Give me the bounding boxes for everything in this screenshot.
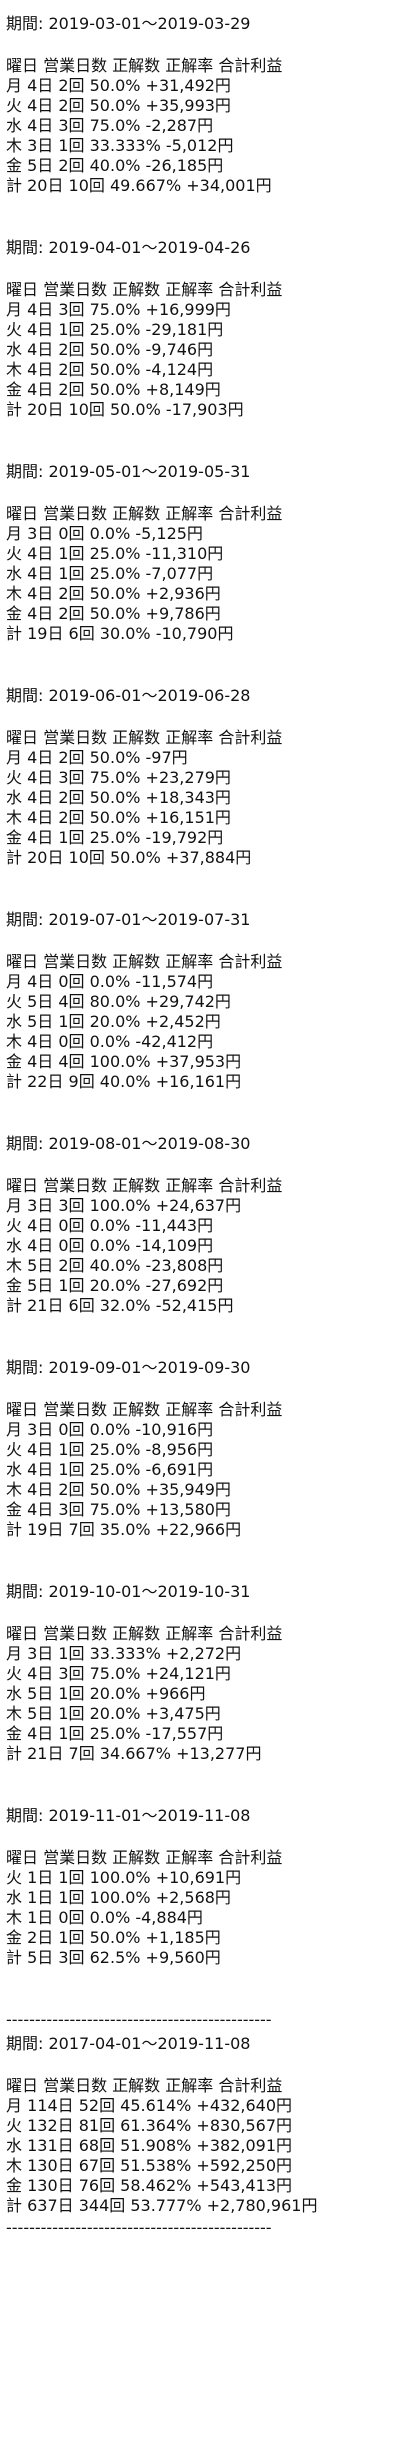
table-row: 月 4日 2回 50.0% -97円 xyxy=(6,748,188,767)
table-header: 曜日 営業日数 正解数 正解率 合計利益 xyxy=(6,504,283,523)
table-header: 曜日 営業日数 正解数 正解率 合計利益 xyxy=(6,1176,283,1195)
summary-row-mon: 月 114日 52回 45.614% +432,640円 xyxy=(6,2096,293,2115)
table-row: 金 4日 2回 50.0% +9,786円 xyxy=(6,604,221,623)
summary-row-tue: 火 132日 81回 61.364% +830,567円 xyxy=(6,2116,293,2135)
table-row: 計 19日 7回 35.0% +22,966円 xyxy=(6,1520,242,1539)
period-label: 期間: 2019-03-01～2019-03-29 xyxy=(6,14,251,33)
table-row: 月 3日 0回 0.0% -5,125円 xyxy=(6,524,203,543)
table-row: 木 4日 2回 50.0% -4,124円 xyxy=(6,360,214,379)
period-block: 期間: 2019-08-01～2019-08-30 曜日 営業日数 正解数 正解率… xyxy=(6,1134,400,1316)
table-row: 計 20日 10回 49.667% +34,001円 xyxy=(6,176,272,195)
summary-header: 曜日 営業日数 正解数 正解率 合計利益 xyxy=(6,2076,283,2095)
table-header: 曜日 営業日数 正解数 正解率 合計利益 xyxy=(6,56,283,75)
table-header: 曜日 営業日数 正解数 正解率 合計利益 xyxy=(6,952,283,971)
table-row: 金 5日 1回 20.0% -27,692円 xyxy=(6,1276,224,1295)
report: 期間: 2019-03-01～2019-03-29 曜日 営業日数 正解数 正解率… xyxy=(0,0,400,2238)
table-row: 金 4日 3回 75.0% +13,580円 xyxy=(6,1500,231,1519)
period-blocks: 期間: 2019-03-01～2019-03-29 曜日 営業日数 正解数 正解率… xyxy=(6,14,400,1968)
table-row: 火 4日 1回 25.0% -11,310円 xyxy=(6,544,224,563)
summary-block: 期間: 2017-04-01～2019-11-08 曜日 営業日数 正解数 正解… xyxy=(6,2034,400,2238)
table-row: 月 3日 0回 0.0% -10,916円 xyxy=(6,1420,214,1439)
table-row: 水 4日 0回 0.0% -14,109円 xyxy=(6,1236,214,1255)
table-header: 曜日 営業日数 正解数 正解率 合計利益 xyxy=(6,1624,283,1643)
table-header: 曜日 営業日数 正解数 正解率 合計利益 xyxy=(6,728,283,747)
table-row: 火 4日 1回 25.0% -8,956円 xyxy=(6,1440,214,1459)
table-row: 木 3日 1回 33.333% -5,012円 xyxy=(6,136,234,155)
period-label: 期間: 2019-04-01～2019-04-26 xyxy=(6,238,251,257)
table-row: 計 21日 6回 32.0% -52,415円 xyxy=(6,1296,234,1315)
period-label: 期間: 2019-08-01～2019-08-30 xyxy=(6,1134,251,1153)
table-row: 金 4日 2回 50.0% +8,149円 xyxy=(6,380,221,399)
table-row: 木 1日 0回 0.0% -4,884円 xyxy=(6,1908,203,1927)
table-row: 金 4日 4回 100.0% +37,953円 xyxy=(6,1052,242,1071)
period-label: 期間: 2019-11-01～2019-11-08 xyxy=(6,1806,251,1825)
table-row: 計 20日 10回 50.0% +37,884円 xyxy=(6,848,252,867)
table-row: 火 4日 0回 0.0% -11,443円 xyxy=(6,1216,214,1235)
table-row: 水 4日 3回 75.0% -2,287円 xyxy=(6,116,214,135)
table-row: 計 19日 6回 30.0% -10,790円 xyxy=(6,624,234,643)
period-block: 期間: 2019-05-01～2019-05-31 曜日 営業日数 正解数 正解率… xyxy=(6,462,400,644)
table-row: 月 4日 3回 75.0% +16,999円 xyxy=(6,300,231,319)
table-row: 水 4日 1回 25.0% -6,691円 xyxy=(6,1460,214,1479)
period-block: 期間: 2019-10-01～2019-10-31 曜日 営業日数 正解数 正解率… xyxy=(6,1582,400,1764)
period-block: 期間: 2019-11-01～2019-11-08 曜日 営業日数 正解数 正解率… xyxy=(6,1806,400,1968)
table-row: 月 3日 3回 100.0% +24,637円 xyxy=(6,1196,242,1215)
table-row: 金 4日 1回 25.0% -19,792円 xyxy=(6,828,224,847)
table-row: 月 4日 0回 0.0% -11,574円 xyxy=(6,972,214,991)
summary-row-fri: 金 130日 76回 58.462% +543,413円 xyxy=(6,2176,293,2195)
table-row: 火 4日 3回 75.0% +23,279円 xyxy=(6,768,231,787)
period-block: 期間: 2019-03-01～2019-03-29 曜日 営業日数 正解数 正解率… xyxy=(6,14,400,196)
table-row: 木 4日 2回 50.0% +35,949円 xyxy=(6,1480,231,1499)
table-row: 火 1日 1回 100.0% +10,691円 xyxy=(6,1868,242,1887)
table-row: 水 5日 1回 20.0% +2,452円 xyxy=(6,1012,221,1031)
period-block: 期間: 2019-07-01～2019-07-31 曜日 営業日数 正解数 正解率… xyxy=(6,910,400,1092)
table-row: 計 21日 7回 34.667% +13,277円 xyxy=(6,1744,262,1763)
table-row: 金 5日 2回 40.0% -26,185円 xyxy=(6,156,224,175)
table-row: 火 5日 4回 80.0% +29,742円 xyxy=(6,992,231,1011)
table-row: 水 1日 1回 100.0% +2,568円 xyxy=(6,1888,231,1907)
divider-top: ----------------------------------------… xyxy=(6,2010,272,2029)
table-row: 金 2日 1回 50.0% +1,185円 xyxy=(6,1928,221,1947)
table-row: 月 4日 2回 50.0% +31,492円 xyxy=(6,76,231,95)
summary-row-total: 計 637日 344回 53.777% +2,780,961円 xyxy=(6,2196,318,2215)
table-header: 曜日 営業日数 正解数 正解率 合計利益 xyxy=(6,1400,283,1419)
table-row: 水 4日 1回 25.0% -7,077円 xyxy=(6,564,214,583)
summary-row-thu: 木 130日 67回 51.538% +592,250円 xyxy=(6,2156,293,2175)
table-row: 計 22日 9回 40.0% +16,161円 xyxy=(6,1072,242,1091)
summary-period: 期間: 2017-04-01～2019-11-08 xyxy=(6,2034,251,2053)
summary-row-wed: 水 131日 68回 51.908% +382,091円 xyxy=(6,2136,293,2155)
table-header: 曜日 営業日数 正解数 正解率 合計利益 xyxy=(6,280,283,299)
table-row: 木 5日 1回 20.0% +3,475円 xyxy=(6,1704,221,1723)
period-block: 期間: 2019-06-01～2019-06-28 曜日 営業日数 正解数 正解率… xyxy=(6,686,400,868)
period-block: 期間: 2019-04-01～2019-04-26 曜日 営業日数 正解数 正解率… xyxy=(6,238,400,420)
table-row: 水 5日 1回 20.0% +966円 xyxy=(6,1684,206,1703)
table-row: 火 4日 2回 50.0% +35,993円 xyxy=(6,96,231,115)
period-label: 期間: 2019-05-01～2019-05-31 xyxy=(6,462,251,481)
table-row: 水 4日 2回 50.0% -9,746円 xyxy=(6,340,214,359)
table-row: 木 4日 2回 50.0% +16,151円 xyxy=(6,808,231,827)
period-label: 期間: 2019-06-01～2019-06-28 xyxy=(6,686,251,705)
table-row: 計 20日 10回 50.0% -17,903円 xyxy=(6,400,244,419)
table-row: 月 3日 1回 33.333% +2,272円 xyxy=(6,1644,242,1663)
table-row: 火 4日 3回 75.0% +24,121円 xyxy=(6,1664,231,1683)
period-label: 期間: 2019-07-01～2019-07-31 xyxy=(6,910,251,929)
table-row: 木 5日 2回 40.0% -23,808円 xyxy=(6,1256,224,1275)
table-row: 火 4日 1回 25.0% -29,181円 xyxy=(6,320,224,339)
period-label: 期間: 2019-09-01～2019-09-30 xyxy=(6,1358,251,1377)
period-block: 期間: 2019-09-01～2019-09-30 曜日 営業日数 正解数 正解率… xyxy=(6,1358,400,1540)
table-header: 曜日 営業日数 正解数 正解率 合計利益 xyxy=(6,1848,283,1867)
period-label: 期間: 2019-10-01～2019-10-31 xyxy=(6,1582,251,1601)
table-row: 計 5日 3回 62.5% +9,560円 xyxy=(6,1948,221,1967)
table-row: 水 4日 2回 50.0% +18,343円 xyxy=(6,788,231,807)
table-row: 木 4日 0回 0.0% -42,412円 xyxy=(6,1032,214,1051)
table-row: 金 4日 1回 25.0% -17,557円 xyxy=(6,1724,224,1743)
divider-bottom: ----------------------------------------… xyxy=(6,2218,272,2237)
table-row: 木 4日 2回 50.0% +2,936円 xyxy=(6,584,221,603)
